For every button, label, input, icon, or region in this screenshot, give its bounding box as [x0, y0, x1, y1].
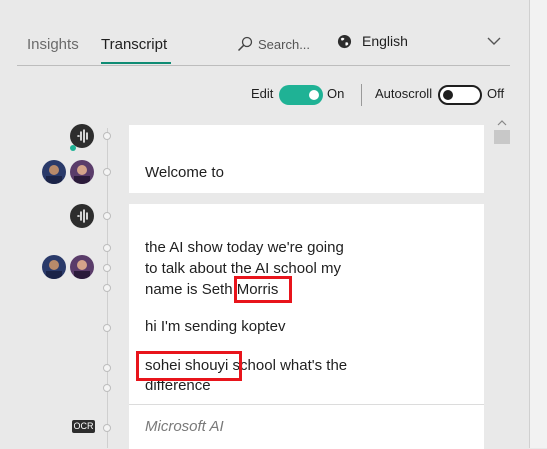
toggle-knob: [443, 90, 453, 100]
edit-toggle[interactable]: [279, 85, 323, 105]
chevron-down-icon[interactable]: [486, 34, 502, 48]
avatar[interactable]: [42, 255, 66, 279]
avatar[interactable]: [70, 160, 94, 184]
panel-edge: [529, 0, 547, 448]
active-indicator-dot: [70, 145, 76, 151]
ocr-badge: OCR: [72, 420, 95, 433]
scroll-up-arrow-icon[interactable]: [496, 118, 508, 128]
language-value: English: [362, 33, 408, 49]
autoscroll-toggle-state: Off: [487, 86, 505, 101]
avatar[interactable]: [70, 255, 94, 279]
timeline-node: [103, 264, 111, 272]
search-field[interactable]: Search...: [236, 36, 310, 52]
timeline-node: [103, 132, 111, 140]
audio-wave-icon[interactable]: [70, 204, 94, 228]
ocr-text[interactable]: Microsoft AI: [145, 418, 224, 435]
scrollbar[interactable]: [494, 118, 510, 448]
transcript-line[interactable]: hi I'm sending koptev: [145, 318, 285, 335]
transcript-line[interactable]: to talk about the AI school my: [145, 260, 341, 277]
toggle-knob: [309, 90, 319, 100]
highlight-box: [136, 351, 242, 381]
timeline-node: [103, 364, 111, 372]
timeline-node: [103, 168, 111, 176]
scroll-thumb[interactable]: [494, 130, 510, 144]
language-selector[interactable]: English: [337, 33, 408, 49]
timeline-node: [103, 244, 111, 252]
tab-insights[interactable]: Insights: [27, 36, 79, 53]
transcript-line[interactable]: the AI show today we're going: [145, 239, 344, 256]
globe-icon: [337, 34, 352, 48]
timeline-node: [103, 424, 111, 432]
timeline-node: [103, 324, 111, 332]
header-divider: [17, 65, 510, 66]
tab-transcript[interactable]: Transcript: [101, 36, 167, 53]
transcript-block[interactable]: [129, 125, 484, 193]
timeline-node: [103, 212, 111, 220]
avatar[interactable]: [42, 160, 66, 184]
edit-toggle-state: On: [327, 86, 345, 101]
autoscroll-toggle[interactable]: [438, 85, 482, 105]
highlight-box: [234, 276, 292, 303]
timeline-node: [103, 384, 111, 392]
transcript-line[interactable]: Welcome to: [145, 164, 224, 181]
edit-toggle-label: Edit: [251, 86, 274, 101]
toggle-separator: [361, 84, 362, 106]
search-placeholder: Search...: [258, 36, 311, 52]
timeline-node: [103, 284, 111, 292]
autoscroll-toggle-label: Autoscroll: [375, 86, 433, 101]
search-icon: [237, 36, 253, 52]
active-tab-indicator: [101, 62, 171, 64]
